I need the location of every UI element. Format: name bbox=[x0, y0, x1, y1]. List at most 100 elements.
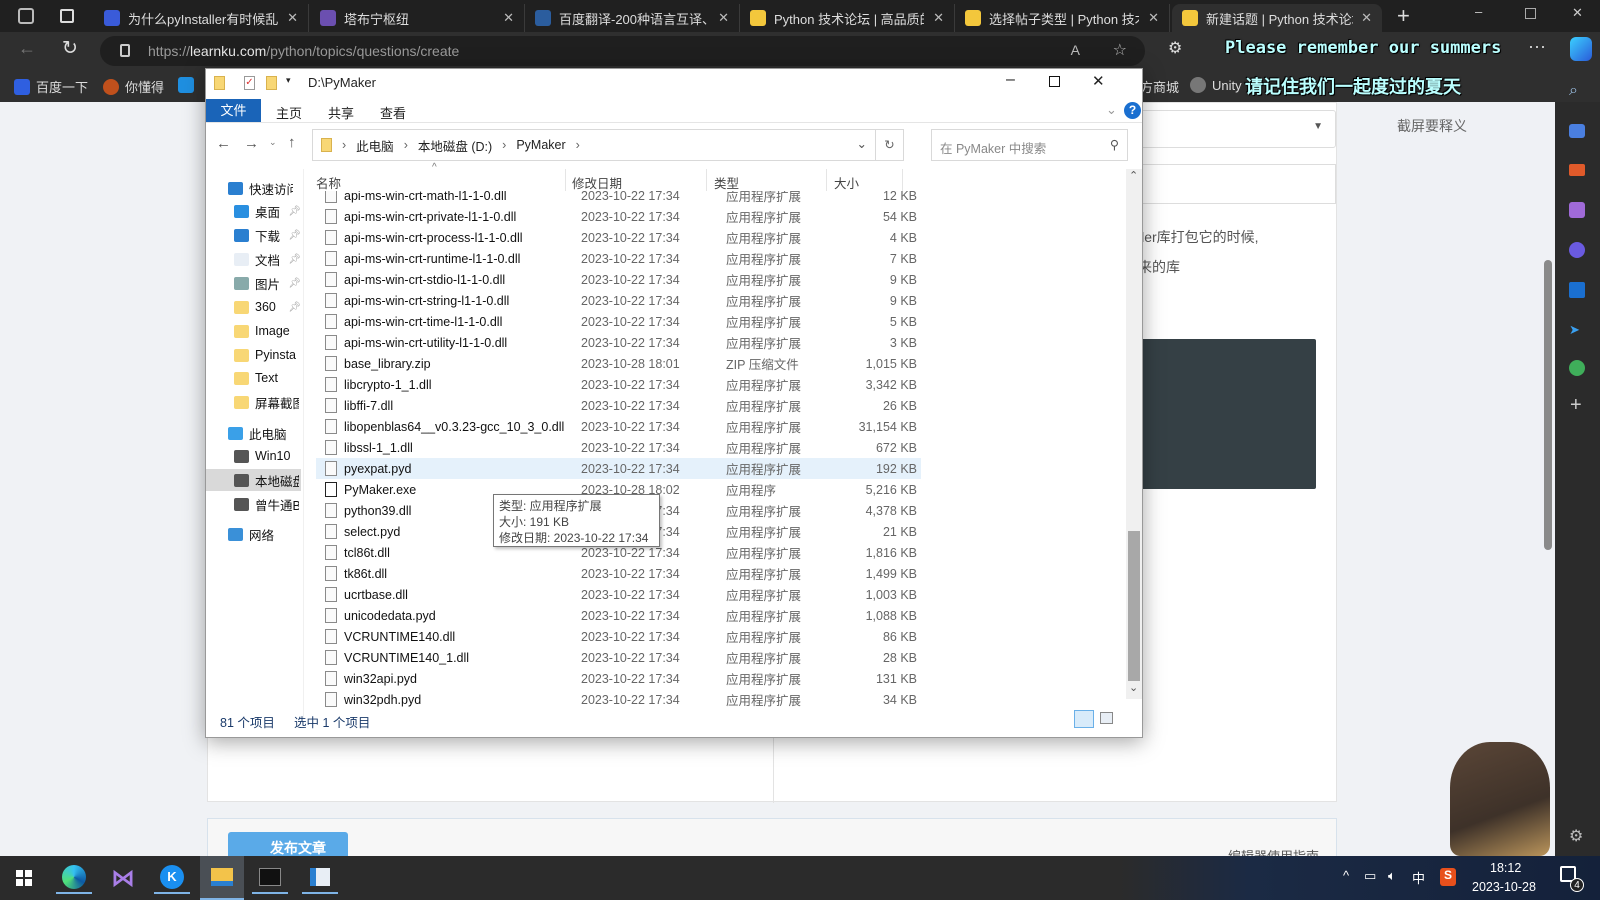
new-folder-icon[interactable] bbox=[266, 76, 277, 90]
new-tab-button[interactable]: + bbox=[1397, 3, 1410, 29]
add-icon[interactable]: + bbox=[1570, 394, 1582, 417]
bookmark-baidu[interactable]: 百度一下 bbox=[14, 77, 88, 96]
search-icon[interactable]: ⌕ bbox=[1569, 82, 1578, 100]
close-tab-icon[interactable]: ✕ bbox=[718, 10, 729, 26]
file-row[interactable]: tk86t.dll 2023-10-22 17:34 应用程序扩展 1,499 … bbox=[316, 563, 921, 584]
clock-time[interactable]: 18:12 bbox=[1490, 861, 1521, 875]
close-tab-icon[interactable]: ✕ bbox=[287, 10, 298, 26]
m365-icon[interactable] bbox=[1569, 242, 1585, 258]
file-row[interactable]: api-ms-win-crt-utility-l1-1-0.dll 2023-1… bbox=[316, 332, 921, 353]
file-row[interactable]: api-ms-win-crt-private-l1-1-0.dll 2023-1… bbox=[316, 206, 921, 227]
start-button[interactable] bbox=[6, 862, 42, 894]
ribbon-tab-file[interactable]: 文件 bbox=[206, 99, 261, 122]
file-row[interactable]: libffi-7.dll 2023-10-22 17:34 应用程序扩展 26 … bbox=[316, 395, 921, 416]
games-icon[interactable] bbox=[1569, 202, 1585, 218]
column-header-type[interactable]: 类型 bbox=[714, 173, 739, 192]
ribbon-tab-share[interactable]: 共享 bbox=[328, 103, 354, 122]
search-box[interactable]: 在 PyMaker 中搜索 ⚲ bbox=[931, 129, 1128, 161]
ribbon-tab-home[interactable]: 主页 bbox=[276, 103, 302, 122]
refresh-icon[interactable]: ↻ bbox=[62, 37, 78, 60]
copilot-icon[interactable] bbox=[1570, 37, 1592, 61]
send-icon[interactable]: ➤ bbox=[1569, 322, 1580, 338]
settings-icon[interactable]: ⚙ bbox=[1569, 826, 1583, 846]
scroll-up-arrow[interactable]: ⌃ bbox=[1129, 169, 1138, 182]
bookmark-bilibili[interactable] bbox=[178, 77, 194, 93]
forward-button[interactable]: → bbox=[244, 135, 259, 152]
path-dropdown-icon[interactable]: ⌄ bbox=[857, 136, 867, 151]
file-row[interactable]: ucrtbase.dll 2023-10-22 17:34 应用程序扩展 1,0… bbox=[316, 584, 921, 605]
file-row[interactable]: libcrypto-1_1.dll 2023-10-22 17:34 应用程序扩… bbox=[316, 374, 921, 395]
recent-locations-icon[interactable]: ⌄ bbox=[269, 137, 277, 148]
browser-tab[interactable]: 为什么pyInstaller有时候乱打 ✕ bbox=[94, 4, 309, 32]
close-tab-icon[interactable]: ✕ bbox=[1361, 10, 1372, 26]
file-row[interactable]: api-ms-win-crt-time-l1-1-0.dll 2023-10-2… bbox=[316, 311, 921, 332]
minimize-browser-button[interactable]: – bbox=[1475, 4, 1482, 19]
close-button[interactable]: ✕ bbox=[1092, 72, 1105, 90]
favorite-star-icon[interactable]: ☆ bbox=[1113, 40, 1127, 60]
path-bar[interactable]: › 此电脑 › 本地磁盘 (D:) › PyMaker › ⌄ ↻ bbox=[312, 129, 904, 161]
outlook-icon[interactable] bbox=[1569, 282, 1585, 298]
tab-actions-icon[interactable] bbox=[60, 9, 74, 23]
address-bar[interactable]: https://learnku.com/python/topics/questi… bbox=[100, 36, 1145, 66]
vertical-scrollbar[interactable]: ⌃ ⌄ bbox=[1126, 169, 1142, 699]
close-tab-icon[interactable]: ✕ bbox=[933, 10, 944, 26]
file-row[interactable]: VCRUNTIME140.dll 2023-10-22 17:34 应用程序扩展… bbox=[316, 626, 921, 647]
breadcrumb-pymaker[interactable]: PyMaker bbox=[516, 138, 565, 152]
file-row[interactable]: libopenblas64__v0.3.23-gcc_10_3_0.dll 20… bbox=[316, 416, 921, 437]
taskbar-file-explorer[interactable] bbox=[200, 856, 244, 900]
help-icon[interactable]: ? bbox=[1124, 102, 1141, 119]
column-header-size[interactable]: 大小 bbox=[834, 173, 859, 192]
refresh-button[interactable]: ↻ bbox=[875, 130, 903, 160]
expand-ribbon-icon[interactable]: ⌄ bbox=[1106, 102, 1117, 118]
browser-tab[interactable]: 百度翻译-200种语言互译、沟 ✕ bbox=[525, 4, 740, 32]
ribbon-tab-view[interactable]: 查看 bbox=[380, 103, 406, 122]
taskbar-app[interactable] bbox=[302, 862, 338, 894]
bookmark-nidongde[interactable]: 你懂得 bbox=[103, 77, 164, 96]
scroll-down-arrow[interactable]: ⌄ bbox=[1129, 681, 1138, 694]
taskbar-edge[interactable] bbox=[56, 862, 92, 894]
taskbar-terminal[interactable] bbox=[252, 862, 288, 894]
scroll-thumb[interactable] bbox=[1128, 531, 1140, 681]
taskbar-kugou[interactable]: K bbox=[154, 862, 190, 894]
maximize-button[interactable] bbox=[1049, 76, 1060, 87]
volume-icon[interactable]: 🔈︎ bbox=[1388, 868, 1396, 884]
bookmark-store[interactable]: 方商城 bbox=[1140, 77, 1179, 96]
file-row[interactable]: api-ms-win-crt-math-l1-1-0.dll 2023-10-2… bbox=[316, 191, 921, 206]
show-hidden-icons[interactable]: ^ bbox=[1343, 868, 1349, 883]
minimize-button[interactable]: – bbox=[1006, 71, 1015, 89]
browser-tab[interactable]: 塔布宁枢纽 ✕ bbox=[310, 4, 525, 32]
file-row[interactable]: libssl-1_1.dll 2023-10-22 17:34 应用程序扩展 6… bbox=[316, 437, 921, 458]
tag-icon[interactable] bbox=[1569, 124, 1585, 138]
breadcrumb-drive-d[interactable]: 本地磁盘 (D:) bbox=[418, 136, 492, 155]
file-row[interactable]: VCRUNTIME140_1.dll 2023-10-22 17:34 应用程序… bbox=[316, 647, 921, 668]
up-button[interactable]: ↑ bbox=[288, 134, 296, 151]
page-scrollbar[interactable] bbox=[1544, 260, 1552, 550]
clock-date[interactable]: 2023-10-28 bbox=[1472, 880, 1536, 894]
file-row[interactable]: unicodedata.pyd 2023-10-22 17:34 应用程序扩展 … bbox=[316, 605, 921, 626]
column-header-name[interactable]: 名称 bbox=[316, 173, 341, 192]
back-button[interactable]: ← bbox=[216, 135, 231, 152]
properties-icon[interactable]: ✓ bbox=[244, 76, 255, 90]
column-header-date[interactable]: 修改日期 bbox=[572, 173, 622, 192]
file-row[interactable]: win32api.pyd 2023-10-22 17:34 应用程序扩展 131… bbox=[316, 668, 921, 689]
taskbar-visual-studio[interactable]: ⋈ bbox=[105, 862, 141, 894]
breadcrumb-this-pc[interactable]: 此电脑 bbox=[356, 136, 394, 155]
browser-tab[interactable]: 选择帖子类型 | Python 技术论 ✕ bbox=[955, 4, 1170, 32]
details-view-button[interactable] bbox=[1074, 710, 1094, 728]
back-icon[interactable]: ← bbox=[18, 38, 36, 59]
network-icon[interactable]: ▭ bbox=[1364, 868, 1376, 884]
close-browser-button[interactable]: ✕ bbox=[1572, 5, 1583, 21]
toolbox-icon[interactable] bbox=[1569, 164, 1585, 176]
file-row[interactable]: pyexpat.pyd 2023-10-22 17:34 应用程序扩展 192 … bbox=[316, 458, 921, 479]
browser-tab[interactable]: Python 技术论坛 | 高品质的 ✕ bbox=[740, 4, 955, 32]
quick-access-dropdown-icon[interactable]: ▾ bbox=[286, 75, 291, 86]
tree-icon[interactable] bbox=[1569, 360, 1585, 376]
large-icons-view-button[interactable] bbox=[1100, 712, 1113, 724]
restore-browser-button[interactable] bbox=[1525, 8, 1536, 19]
read-aloud-icon[interactable]: A bbox=[1071, 42, 1080, 58]
ime-indicator[interactable]: 中 bbox=[1412, 868, 1425, 887]
bookmark-unity[interactable]: Unity bbox=[1190, 77, 1242, 93]
more-menu-icon[interactable]: ··· bbox=[1528, 36, 1546, 57]
browser-tab[interactable]: 新建话题 | Python 技术论坛 ✕ bbox=[1172, 4, 1382, 32]
file-row[interactable]: base_library.zip 2023-10-28 18:01 ZIP 压缩… bbox=[316, 353, 921, 374]
